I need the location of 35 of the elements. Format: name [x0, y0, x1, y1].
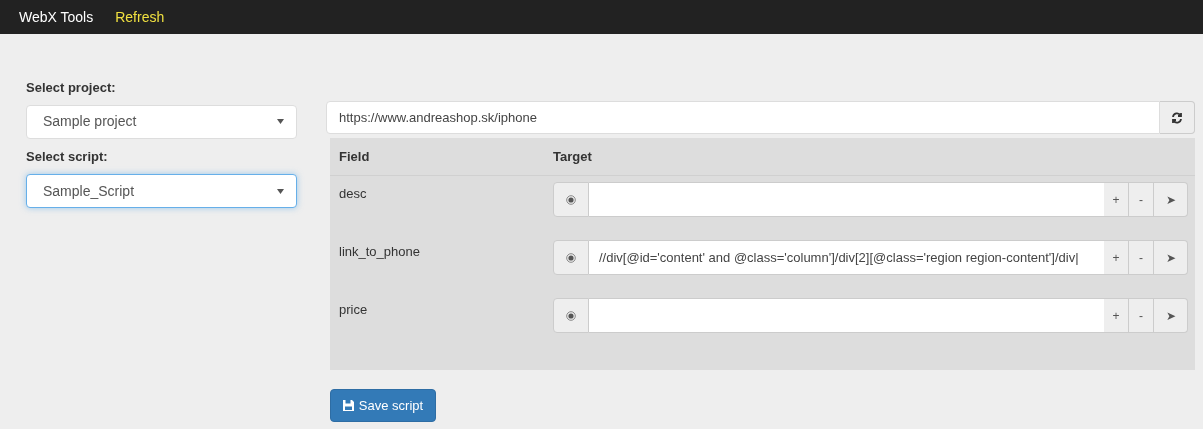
caret-icon	[277, 188, 284, 194]
action-button[interactable]: ➤	[1154, 298, 1188, 333]
select-field[interactable]: Sample project	[26, 104, 297, 139]
radio-icon	[566, 194, 576, 205]
action-button[interactable]: ➤	[1154, 240, 1188, 275]
action-button[interactable]: -	[1129, 182, 1154, 217]
xpath-input[interactable]	[589, 298, 1104, 333]
action-button[interactable]: +	[1104, 240, 1129, 275]
xpath-input[interactable]: //div[@id='content' and @class='column']/div[2][@class='region region-content']/div|	[589, 240, 1104, 275]
reload-button[interactable]	[1160, 101, 1195, 134]
pick-button[interactable]	[553, 182, 589, 217]
xpath-input[interactable]	[589, 182, 1104, 217]
brand-title: WebX Tools	[19, 7, 94, 27]
column-header: Target	[553, 147, 592, 166]
refresh-link[interactable]: Refresh	[115, 6, 165, 28]
action-button[interactable]: ➤	[1154, 182, 1188, 217]
save-button[interactable]: Save script	[330, 389, 436, 422]
action-button[interactable]: -	[1129, 240, 1154, 275]
pick-button[interactable]	[553, 240, 589, 275]
radio-icon	[566, 310, 576, 321]
radio-icon	[566, 252, 576, 263]
caret-icon	[277, 119, 284, 124]
action-button[interactable]: +	[1104, 182, 1129, 217]
table-cell-text: desc	[338, 185, 368, 203]
table-cell-text: price	[338, 301, 369, 319]
table-cell-text: link_to_phone	[338, 243, 421, 261]
select-field[interactable]: Sample_Script	[26, 174, 297, 208]
column-header: Field	[338, 147, 371, 166]
action-button[interactable]: +	[1104, 298, 1129, 333]
field-label: Select project:	[26, 79, 117, 97]
action-button[interactable]: -	[1129, 298, 1154, 333]
field-label: Select script:	[26, 147, 109, 166]
pick-button[interactable]	[553, 298, 589, 333]
url-input[interactable]: https://www.andreashop.sk/iphone	[326, 101, 1160, 134]
refresh-icon	[1171, 111, 1183, 124]
